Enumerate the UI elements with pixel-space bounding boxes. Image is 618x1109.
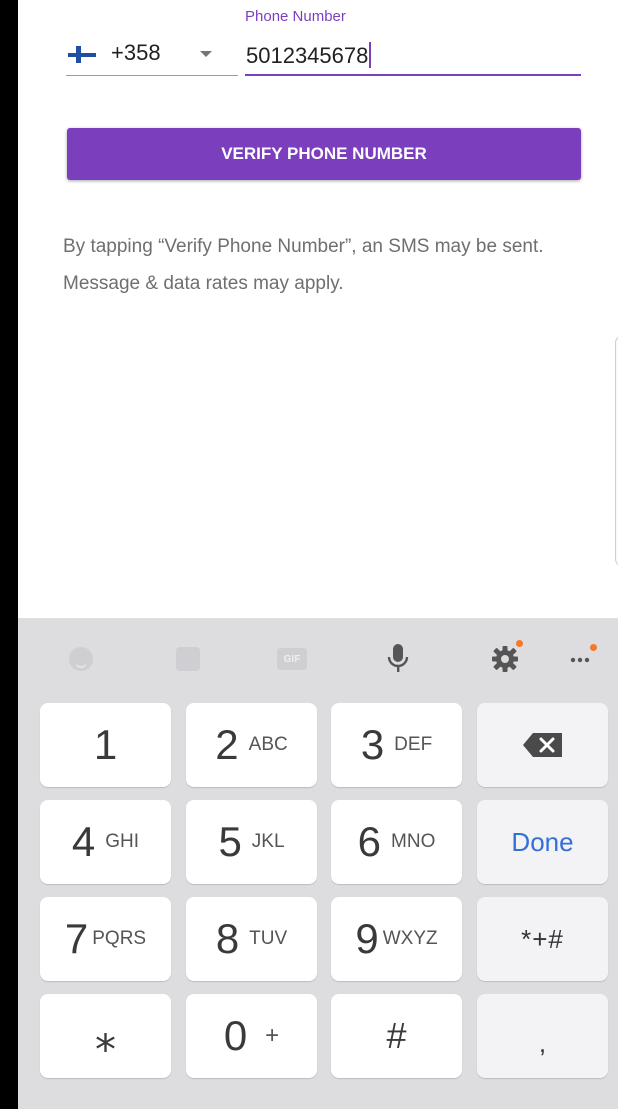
key-9[interactable]: 9 WXYZ xyxy=(331,897,462,981)
phone-number-value: 5012345678 xyxy=(246,43,369,68)
symbols-key[interactable]: *+# xyxy=(477,897,608,981)
key-8[interactable]: 8 TUV xyxy=(186,897,317,981)
done-key[interactable]: Done xyxy=(477,800,608,884)
dropdown-arrow-icon[interactable] xyxy=(200,51,212,57)
settings-notification-dot xyxy=(516,640,523,647)
key-2[interactable]: 2 ABC xyxy=(186,703,317,787)
sticker-icon[interactable] xyxy=(173,644,203,674)
numeric-keyboard: GIF 1 2 ABC 3 DEF 4 GHI 5 JKL 6 MNO Done… xyxy=(18,618,618,1109)
country-dial-code: +358 xyxy=(111,40,161,65)
key-5[interactable]: 5 JKL xyxy=(186,800,317,884)
keyboard-toolbar: GIF xyxy=(18,618,618,698)
key-0[interactable]: 0 + xyxy=(186,994,317,1078)
text-cursor xyxy=(369,42,372,68)
more-notification-dot xyxy=(590,644,597,651)
gif-icon[interactable]: GIF xyxy=(277,644,307,674)
more-options-icon[interactable] xyxy=(566,644,597,674)
key-hash[interactable]: # xyxy=(331,994,462,1078)
verify-phone-number-button[interactable]: VERIFY PHONE NUMBER xyxy=(67,128,581,180)
sms-terms-text: By tapping “Verify Phone Number”, an SMS… xyxy=(63,236,544,294)
comma-key[interactable]: , xyxy=(477,994,608,1078)
key-6[interactable]: 6 MNO xyxy=(331,800,462,884)
settings-gear-icon[interactable] xyxy=(490,640,523,674)
key-7[interactable]: 7 PQRS xyxy=(40,897,171,981)
key-4[interactable]: 4 GHI xyxy=(40,800,171,884)
phone-number-label: Phone Number xyxy=(245,8,346,25)
finland-flag-icon xyxy=(68,46,96,63)
country-code-selector[interactable]: +358 xyxy=(66,38,238,76)
key-1[interactable]: 1 xyxy=(40,703,171,787)
key-asterisk[interactable]: ⁎ xyxy=(40,994,171,1078)
emoji-icon[interactable] xyxy=(66,644,96,674)
backspace-icon xyxy=(522,733,562,757)
backspace-key[interactable] xyxy=(477,703,608,787)
key-3[interactable]: 3 DEF xyxy=(331,703,462,787)
phone-verification-screen: +358 Phone Number 5012345678 VERIFY PHON… xyxy=(18,0,618,1109)
phone-number-input[interactable]: 5012345678 xyxy=(245,40,581,76)
mic-icon[interactable] xyxy=(383,644,413,674)
